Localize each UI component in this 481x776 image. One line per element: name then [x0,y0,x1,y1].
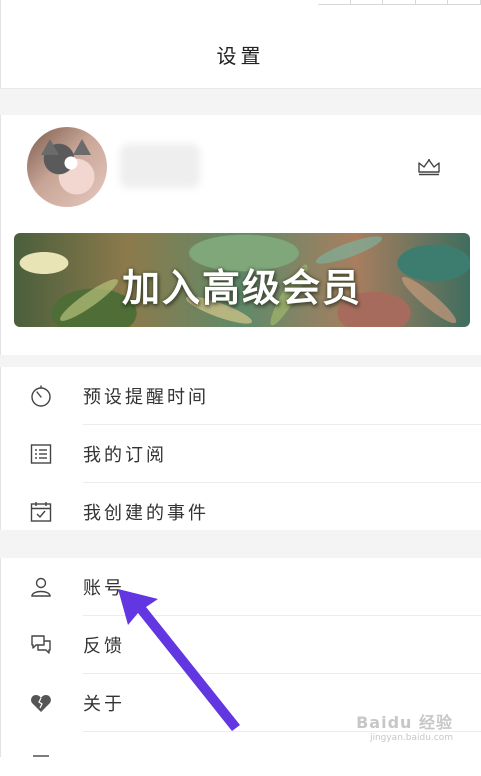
page-title: 设置 [216,43,265,68]
menu-item-label: 反馈 [83,636,125,657]
premium-banner-text: 加入高级会员 [121,266,362,310]
list-icon [30,444,52,464]
menu-item-feedback[interactable]: 反馈 [0,616,481,674]
menu-group-1: 预设提醒时间 我的订阅 我创建的事件 [0,355,481,541]
timer-icon [31,385,51,407]
menu-item-label: 我的订阅 [83,445,167,466]
section-gap [0,88,481,115]
watermark-logo: Baidu 经验 [356,713,453,732]
menu-item-label: 关于 [83,694,125,715]
heart-icon [31,695,51,712]
avatar[interactable] [27,127,107,207]
menu-item-subscriptions[interactable]: 我的订阅 [0,425,481,483]
section-gap [0,530,481,558]
menu-item-reminder-time[interactable]: 预设提醒时间 [0,367,481,425]
header: 设置 [0,0,481,88]
watermark-url: jingyan.baidu.com [369,733,453,743]
user-icon [31,577,51,597]
crown-icon[interactable] [417,158,441,176]
menu-item-account[interactable]: 账号 [0,558,481,616]
tool-icon [33,755,49,757]
menu-item-label: 账号 [83,578,125,599]
profile-row[interactable] [0,114,481,214]
watermark: Baidu 经验 jingyan.baidu.com [356,709,453,743]
calendar-check-icon [30,502,52,522]
chat-icon [31,635,51,654]
premium-banner[interactable]: 加入高级会员 [14,233,470,327]
username-blurred [120,144,200,188]
menu-item-label: 预设提醒时间 [83,387,209,408]
menu-item-label: 我创建的事件 [83,503,209,524]
